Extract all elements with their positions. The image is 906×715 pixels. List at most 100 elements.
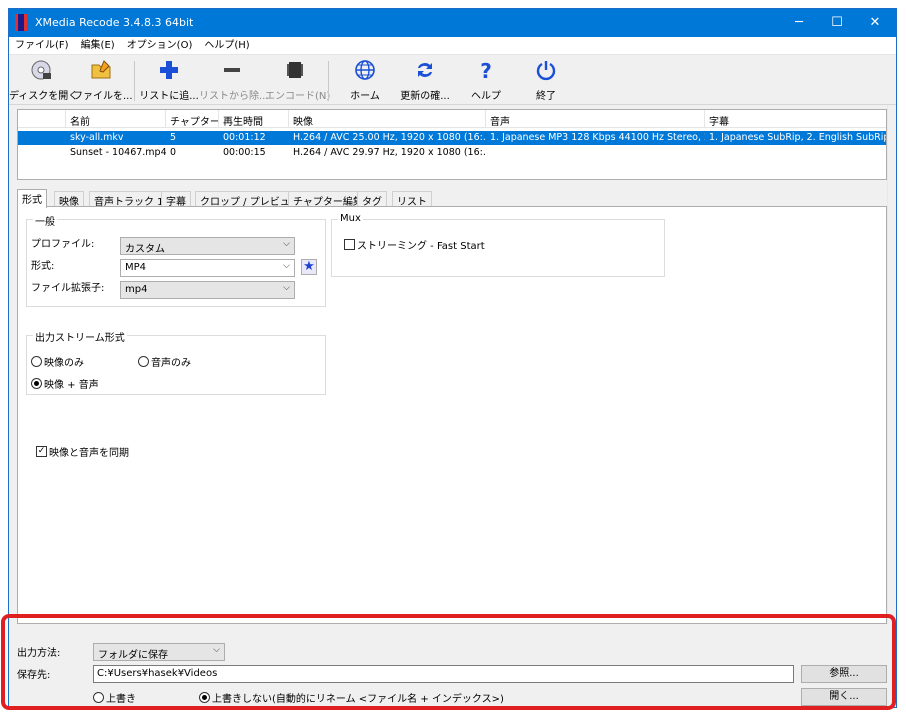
menu-options[interactable]: オプション(O) — [121, 37, 199, 54]
format-tab-panel: 一般 プロファイル: カスタム ⌵ 形式: MP4 ⌵ ★ ファイル拡張子: m… — [17, 206, 887, 624]
cell-audio: 1. Japanese MP3 128 Kbps 44100 Hz Stereo… — [490, 132, 705, 143]
chevron-down-icon: ⌵ — [283, 239, 290, 249]
sync-av-checkbox[interactable]: ✓ 映像と音声を同期 — [36, 444, 129, 459]
browse-button[interactable]: 参照... — [801, 665, 887, 683]
video-audio-radio[interactable]: 映像 + 音声 — [31, 376, 99, 391]
menu-bar: ファイル(F) 編集(E) オプション(O) ヘルプ(H) — [9, 37, 896, 55]
no-overwrite-label: 上書きしない(自動的にリネーム <ファイル名 + インデックス>) — [212, 694, 504, 705]
overwrite-label: 上書き — [106, 694, 136, 705]
open-file-button[interactable]: ファイルを... — [73, 57, 133, 103]
table-row[interactable]: sky-all.mkv 5 00:01:12 H.264 / AVC 25.00… — [18, 131, 886, 145]
file-extension-select[interactable]: mp4 ⌵ — [120, 281, 295, 299]
sync-av-label: 映像と音声を同期 — [49, 448, 129, 459]
video-audio-label: 映像 + 音声 — [44, 380, 99, 391]
output-stream-group: 出力ストリーム形式 映像のみ 音声のみ 映像 + 音声 — [26, 329, 326, 395]
power-icon — [536, 61, 556, 81]
remove-from-list-label: リストから除... — [199, 91, 269, 102]
column-header-name[interactable]: 名前 — [66, 110, 166, 127]
open-file-label: ファイルを... — [73, 91, 133, 102]
window-title: XMedia Recode 3.4.8.3 64bit — [35, 16, 194, 29]
column-header-chapter[interactable]: チャプター — [166, 110, 219, 127]
tab-list[interactable]: リスト — [392, 191, 432, 208]
column-header-duration[interactable]: 再生時間 — [219, 110, 289, 127]
output-settings-panel: 出力方法: フォルダに保存 ⌵ 保存先: C:¥Users¥hasek¥Vide… — [9, 624, 896, 707]
question-mark-icon: ? — [480, 59, 492, 81]
column-header-subtitle[interactable]: 字幕 — [705, 110, 886, 127]
folder-icon — [91, 60, 111, 79]
output-method-select[interactable]: フォルダに保存 ⌵ — [93, 643, 225, 661]
no-overwrite-radio[interactable]: 上書きしない(自動的にリネーム <ファイル名 + インデックス>) — [199, 690, 504, 705]
toolbar-separator — [328, 61, 329, 101]
column-header-video[interactable]: 映像 — [289, 110, 486, 127]
chevron-down-icon: ⌵ — [283, 283, 290, 293]
remove-from-list-button[interactable]: リストから除... — [199, 57, 269, 103]
divider — [887, 105, 888, 625]
help-button[interactable]: ? ヘルプ — [461, 57, 511, 103]
exit-button[interactable]: 終了 — [521, 57, 571, 103]
open-folder-button[interactable]: 開く... — [801, 688, 887, 706]
mux-group-title: Mux — [338, 213, 363, 224]
output-method-value: フォルダに保存 — [98, 650, 168, 661]
file-list-header: 名前 チャプター 再生時間 映像 音声 字幕 — [18, 110, 886, 128]
overwrite-radio[interactable]: 上書き — [93, 690, 136, 705]
profile-label: プロファイル: — [31, 239, 95, 250]
menu-file[interactable]: ファイル(F) — [9, 37, 75, 54]
cell-video: H.264 / AVC 25.00 Hz, 1920 x 1080 (16:..… — [293, 132, 486, 143]
file-extension-value: mp4 — [125, 284, 148, 295]
mux-group: Mux ストリーミング - Fast Start — [331, 213, 665, 277]
streaming-label: ストリーミング - Fast Start — [357, 241, 485, 252]
title-bar[interactable]: XMedia Recode 3.4.8.3 64bit ─ ☐ ✕ — [9, 9, 896, 37]
home-button[interactable]: ホーム — [337, 57, 393, 103]
tab-chapter-edit[interactable]: チャプター編集 — [288, 191, 368, 208]
cell-chapter: 5 — [170, 132, 177, 143]
close-button[interactable]: ✕ — [855, 9, 895, 37]
streaming-checkbox[interactable]: ストリーミング - Fast Start — [344, 237, 485, 252]
cell-duration: 00:00:15 — [223, 147, 266, 158]
tab-subtitle[interactable]: 字幕 — [161, 191, 191, 208]
cell-duration: 00:01:12 — [223, 132, 266, 143]
maximize-button[interactable]: ☐ — [817, 9, 857, 37]
favorite-star-icon[interactable]: ★ — [301, 259, 317, 275]
format-select[interactable]: MP4 ⌵ — [120, 259, 295, 277]
cell-video: H.264 / AVC 29.97 Hz, 1920 x 1080 (16:..… — [293, 147, 486, 158]
table-row[interactable]: Sunset - 10467.mp4 0 00:00:15 H.264 / AV… — [18, 146, 886, 160]
film-strip-icon — [15, 14, 27, 31]
disc-icon — [31, 60, 51, 80]
minus-icon — [224, 68, 240, 72]
minimize-button[interactable]: ─ — [779, 9, 819, 37]
encode-button[interactable]: エンコード(N) — [265, 57, 330, 103]
video-only-label: 映像のみ — [44, 358, 84, 369]
column-header-audio[interactable]: 音声 — [486, 110, 705, 127]
check-update-label: 更新の確... — [400, 91, 450, 102]
check-update-button[interactable]: 更新の確... — [395, 57, 455, 103]
film-icon — [287, 62, 303, 78]
menu-help[interactable]: ヘルプ(H) — [198, 37, 255, 54]
cell-subtitle: 1. Japanese SubRip, 2. English SubRip — [709, 132, 887, 143]
audio-only-radio[interactable]: 音声のみ — [138, 354, 191, 369]
svg-text:?: ? — [480, 59, 492, 81]
tab-format[interactable]: 形式 — [17, 189, 47, 208]
add-to-list-button[interactable]: リストに追... — [139, 57, 199, 103]
open-disc-label: ディスクを開く — [9, 91, 79, 102]
tab-video[interactable]: 映像 — [54, 191, 84, 208]
tab-audio-track[interactable]: 音声トラック 1 — [89, 191, 169, 208]
file-extension-label: ファイル拡張子: — [31, 283, 105, 294]
menu-edit[interactable]: 編集(E) — [75, 37, 121, 54]
help-label: ヘルプ — [471, 91, 501, 102]
cell-audio — [486, 146, 705, 160]
cell-subtitle — [705, 146, 886, 160]
tab-tags[interactable]: タグ — [357, 191, 387, 208]
checkmark-icon: ✓ — [36, 446, 47, 457]
open-disc-button[interactable]: ディスクを開く — [9, 57, 79, 103]
format-label: 形式: — [31, 261, 55, 272]
chevron-down-icon: ⌵ — [213, 645, 220, 655]
destination-label: 保存先: — [17, 670, 51, 681]
radio-circle — [138, 356, 149, 367]
destination-input[interactable]: C:¥Users¥hasek¥Videos — [93, 665, 794, 683]
radio-circle-selected — [199, 692, 210, 703]
plus-icon — [160, 61, 178, 79]
file-list[interactable]: 名前 チャプター 再生時間 映像 音声 字幕 sky-all.mkv 5 00:… — [17, 109, 887, 180]
exit-label: 終了 — [536, 91, 556, 102]
profile-select[interactable]: カスタム ⌵ — [120, 237, 295, 255]
video-only-radio[interactable]: 映像のみ — [31, 354, 84, 369]
